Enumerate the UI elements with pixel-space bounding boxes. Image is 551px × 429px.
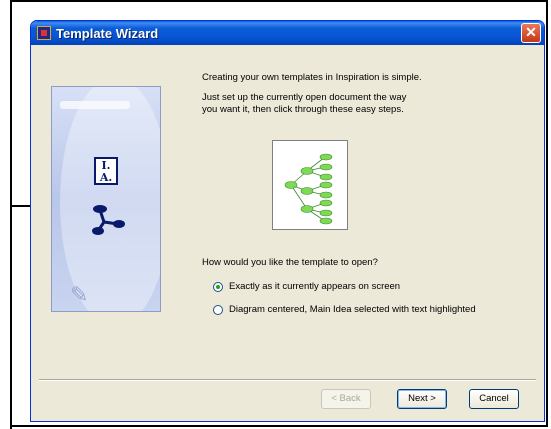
pencil-icon: ✎	[70, 282, 89, 307]
question-text: How would you like the template to open?	[202, 257, 378, 268]
window-title: Template Wizard	[56, 25, 159, 41]
outline-badge-icon: I. A.	[94, 157, 118, 185]
button-separator	[39, 379, 536, 381]
close-button[interactable]: ✕	[521, 23, 541, 43]
option-label: Diagram centered, Main Idea selected wit…	[229, 304, 476, 315]
artwork-strip	[60, 101, 130, 109]
intro-text: Creating your own templates in Inspirati…	[202, 72, 422, 83]
title-bar: Template Wizard ✕	[31, 21, 544, 45]
template-wizard-dialog: Template Wizard ✕ I. A. ✎ Creating your …	[30, 20, 545, 422]
annotation-line	[10, 0, 12, 429]
wizard-side-artwork: I. A. ✎	[51, 86, 161, 312]
instructions-line-2: you want it, then click through these ea…	[202, 104, 404, 115]
instructions-line-1: Just set up the currently open document …	[202, 92, 407, 103]
radio-button-selected[interactable]	[213, 281, 223, 292]
option-label: Exactly as it currently appears on scree…	[229, 281, 401, 292]
diagram-preview-graphic	[284, 153, 333, 225]
radio-button[interactable]	[213, 304, 223, 315]
cancel-button[interactable]: Cancel	[469, 389, 519, 409]
back-button[interactable]: < Back	[321, 389, 371, 409]
artwork-oval	[60, 87, 160, 311]
concept-map-icon	[92, 205, 125, 235]
next-button[interactable]: Next >	[397, 389, 447, 409]
badge-line-2: A.	[99, 171, 113, 184]
inspiration-app-icon	[37, 26, 51, 40]
option-diagram-centered[interactable]: Diagram centered, Main Idea selected wit…	[213, 304, 476, 315]
diagram-preview	[272, 140, 348, 230]
option-as-appears[interactable]: Exactly as it currently appears on scree…	[213, 281, 400, 292]
